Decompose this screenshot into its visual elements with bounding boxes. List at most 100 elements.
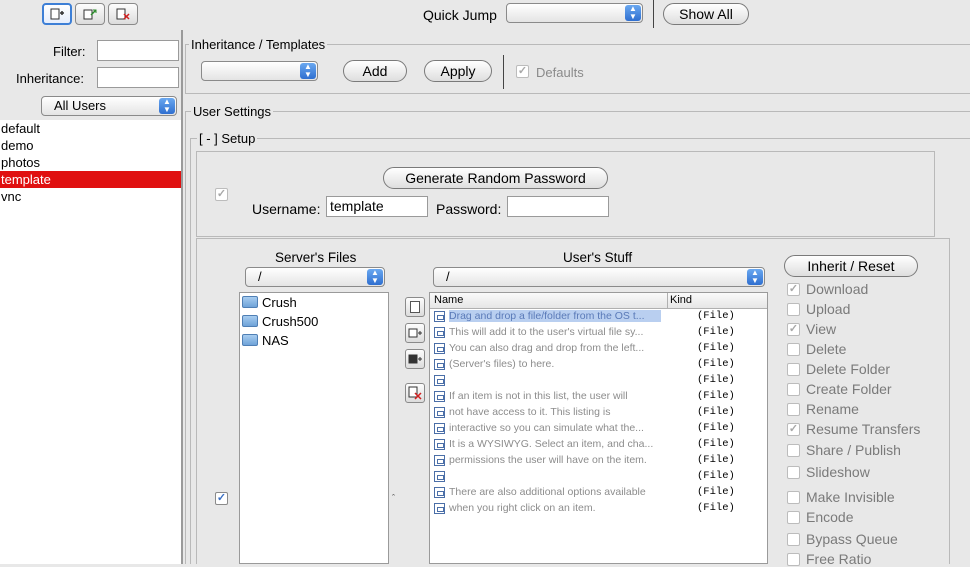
free-ratio-checkbox[interactable] — [787, 553, 800, 566]
delete-checkbox[interactable] — [787, 343, 800, 356]
files-enabled-checkbox[interactable]: ✓ — [215, 492, 228, 505]
filter-label: Filter: — [53, 44, 86, 59]
add-folder-icon — [408, 328, 422, 338]
resume-transfers-checkbox[interactable]: ✓ — [787, 423, 800, 436]
credentials-enabled-checkbox[interactable]: ✓ — [215, 188, 228, 201]
defaults-label: Defaults — [536, 65, 584, 80]
inherit-reset-button[interactable]: Inherit / Reset — [784, 255, 918, 277]
list-item[interactable]: not have access to it. This listing is (F… — [430, 405, 767, 421]
list-header: Name Kind — [430, 293, 767, 309]
view-checkbox[interactable]: ✓ — [787, 323, 800, 336]
remove-item-button[interactable] — [405, 383, 425, 403]
file-icon — [434, 455, 445, 466]
make-invisible-checkbox[interactable] — [787, 491, 800, 504]
filter-input[interactable] — [97, 40, 179, 61]
add-virtual-icon — [408, 354, 422, 364]
share-publish-checkbox[interactable] — [787, 444, 800, 457]
add-template-button[interactable]: Add — [343, 60, 407, 82]
file-icon — [434, 487, 445, 498]
folder-icon — [242, 315, 258, 327]
resize-handle-icon[interactable]: ˆ — [392, 493, 395, 503]
duplicate-user-icon — [83, 9, 97, 20]
servers-path-select[interactable]: / ▲ ▼ — [245, 267, 385, 287]
user-item-demo[interactable]: demo — [0, 137, 181, 154]
folder-icon — [242, 334, 258, 346]
servers-files-list[interactable]: Crush Crush500 NAS — [239, 292, 389, 564]
list-item[interactable]: when you right click on an item. (File) — [430, 501, 767, 517]
file-icon — [434, 439, 445, 450]
user-item-default[interactable]: default — [0, 120, 181, 137]
users-path-select[interactable]: / ▲ ▼ — [433, 267, 765, 287]
inheritance-input[interactable] — [97, 67, 179, 88]
server-folder-nas[interactable]: NAS — [240, 331, 388, 350]
user-list[interactable]: default demo photos template vnc — [0, 120, 181, 564]
user-group-select[interactable]: All Users ▲ ▼ — [41, 96, 177, 116]
column-divider[interactable] — [667, 293, 668, 308]
file-icon — [434, 359, 445, 370]
quick-jump-select[interactable]: ▲ ▼ — [506, 3, 643, 23]
splitter[interactable] — [181, 30, 183, 564]
quick-jump-label: Quick Jump — [423, 7, 497, 23]
add-folder-button[interactable] — [405, 323, 425, 343]
create-folder-checkbox[interactable] — [787, 383, 800, 396]
column-name-header[interactable]: Name — [434, 294, 463, 306]
user-item-photos[interactable]: photos — [0, 154, 181, 171]
username-label: Username: — [252, 201, 321, 217]
file-icon — [434, 423, 445, 434]
list-item[interactable]: interactive so you can simulate what the… — [430, 421, 767, 437]
column-kind-header[interactable]: Kind — [670, 294, 692, 306]
user-item-template[interactable]: template — [0, 171, 181, 188]
list-item[interactable]: Drag and drop a file/folder from the OS … — [430, 309, 767, 325]
add-virtual-item-button[interactable] — [405, 349, 425, 369]
new-user-button[interactable] — [42, 3, 72, 25]
user-settings-title: User Settings — [191, 104, 274, 119]
download-checkbox[interactable]: ✓ — [787, 283, 800, 296]
server-folder-crush[interactable]: Crush — [240, 293, 388, 312]
inheritance-label: Inheritance: — [16, 71, 84, 86]
upload-checkbox[interactable] — [787, 303, 800, 316]
rename-checkbox[interactable] — [787, 403, 800, 416]
file-icon — [434, 327, 445, 338]
generate-random-password-button[interactable]: Generate Random Password — [383, 167, 608, 189]
password-label: Password: — [436, 201, 502, 217]
defaults-checkbox[interactable]: ✓ — [516, 65, 529, 78]
delete-folder-checkbox[interactable] — [787, 363, 800, 376]
add-item-button[interactable] — [405, 297, 425, 317]
credentials-box — [196, 151, 935, 237]
list-item[interactable]: (File) — [430, 469, 767, 485]
apply-template-button[interactable]: Apply — [424, 60, 492, 82]
server-folder-crush500[interactable]: Crush500 — [240, 312, 388, 331]
list-item[interactable]: permissions the user will have on the it… — [430, 453, 767, 469]
list-item[interactable]: If an item is not in this list, the user… — [430, 389, 767, 405]
chevron-updown-icon: ▲ ▼ — [367, 269, 383, 285]
username-field[interactable]: template — [326, 196, 428, 217]
encode-checkbox[interactable] — [787, 511, 800, 524]
users-stuff-list[interactable]: Name Kind Drag and drop a file/folder fr… — [429, 292, 768, 564]
delete-user-button[interactable] — [108, 3, 138, 25]
list-item[interactable]: It is a WYSIWYG. Select an item, and cha… — [430, 437, 767, 453]
user-item-vnc[interactable]: vnc — [0, 188, 181, 205]
list-item[interactable]: There are also additional options availa… — [430, 485, 767, 501]
slideshow-checkbox[interactable] — [787, 466, 800, 479]
chevron-updown-icon: ▲ ▼ — [747, 269, 763, 285]
chevron-updown-icon: ▲ ▼ — [159, 98, 175, 114]
list-item[interactable]: You can also drag and drop from the left… — [430, 341, 767, 357]
folder-icon — [242, 296, 258, 308]
file-icon — [434, 471, 445, 482]
duplicate-user-button[interactable] — [75, 3, 105, 25]
template-select[interactable]: ▲ ▼ — [201, 61, 318, 81]
password-field[interactable] — [507, 196, 609, 217]
servers-files-title: Server's Files — [275, 250, 357, 265]
show-all-button[interactable]: Show All — [663, 3, 749, 25]
list-item[interactable]: This will add it to the user's virtual f… — [430, 325, 767, 341]
users-stuff-title: User's Stuff — [563, 250, 633, 265]
list-item[interactable]: (File) — [430, 373, 767, 389]
inheritance-templates-title: Inheritance / Templates — [189, 37, 328, 52]
setup-collapse-toggle[interactable]: [ - ] Setup — [197, 131, 258, 146]
file-icon — [434, 503, 445, 514]
list-item[interactable]: (Server's files) to here. (File) — [430, 357, 767, 373]
file-icon — [434, 343, 445, 354]
delete-user-icon — [116, 8, 130, 20]
bypass-queue-checkbox[interactable] — [787, 533, 800, 546]
file-icon — [434, 391, 445, 402]
